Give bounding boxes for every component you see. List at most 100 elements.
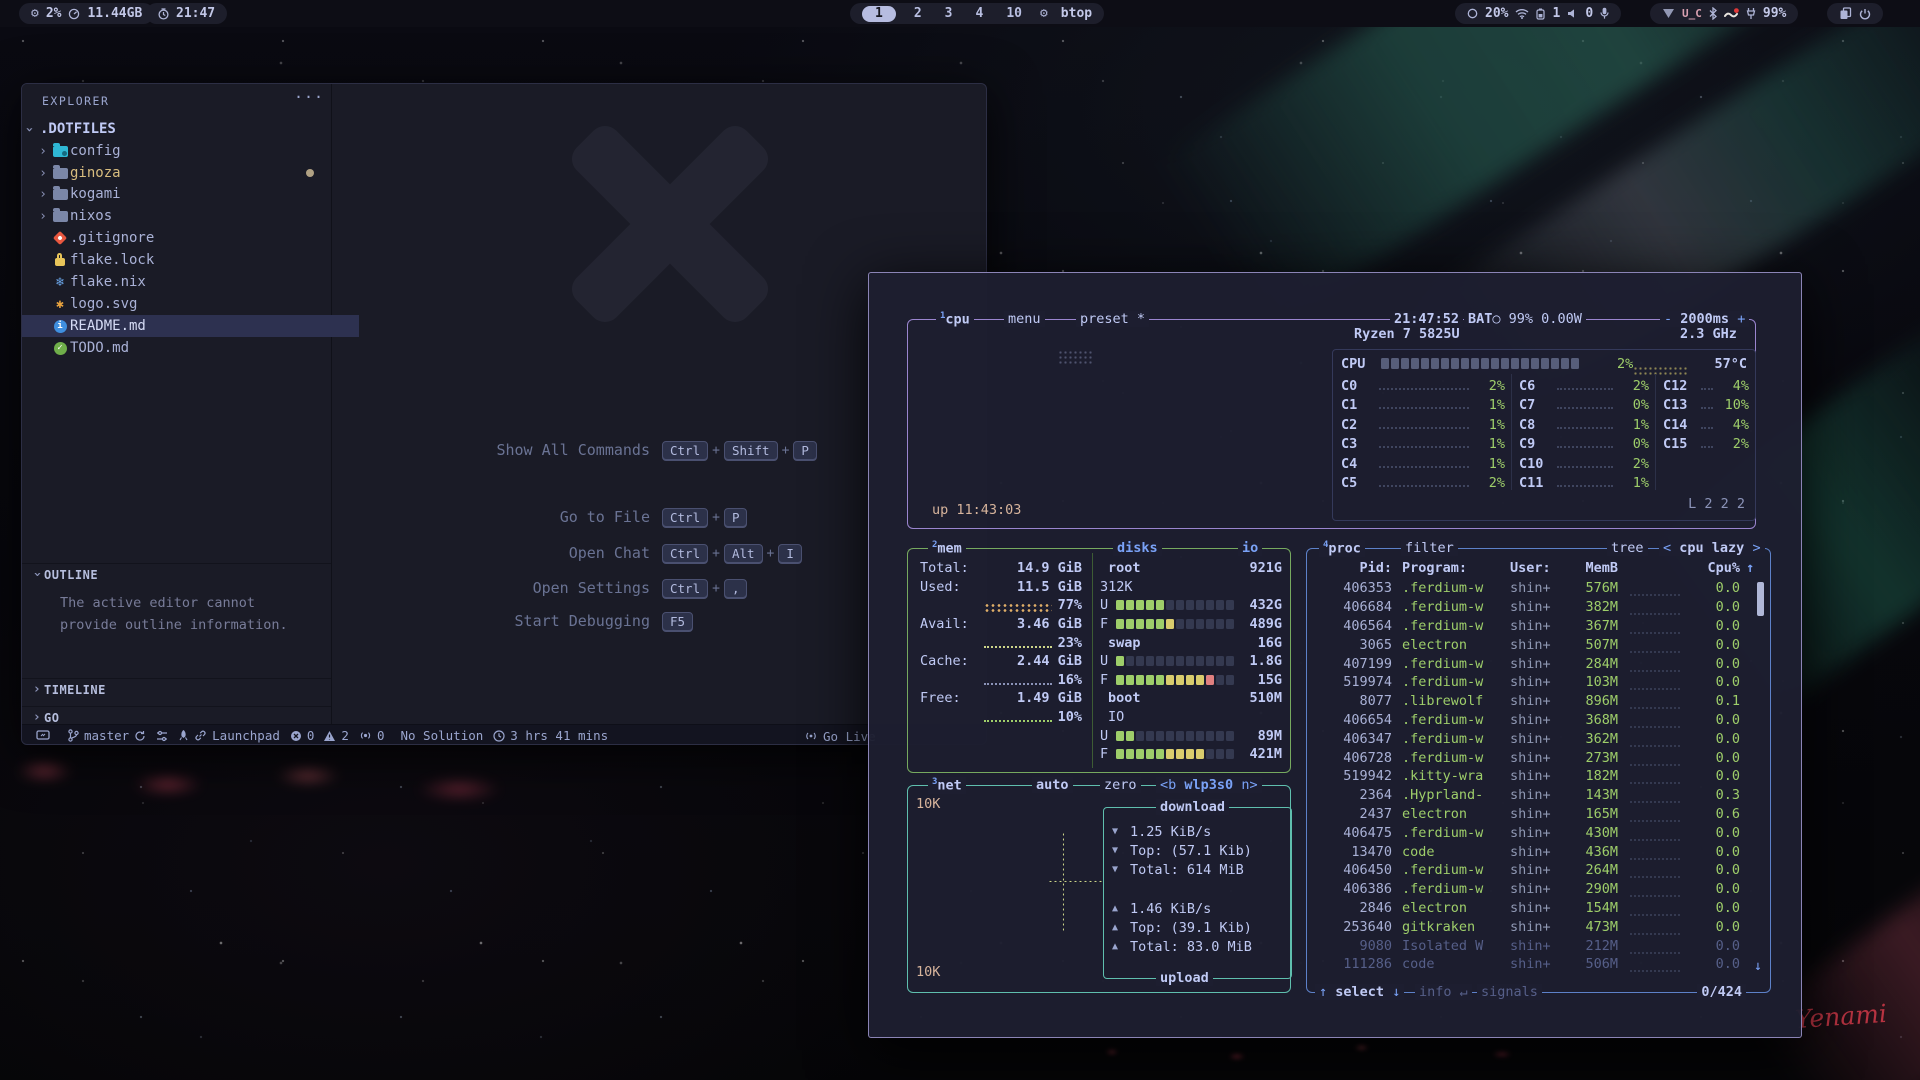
mouse-notification-icon (1724, 8, 1739, 19)
session-pill[interactable] (1827, 3, 1883, 24)
outline-section-header[interactable]: › OUTLINE (30, 567, 98, 582)
net-tab[interactable]: 3net (928, 777, 966, 794)
remote-indicator-button[interactable] (36, 730, 50, 742)
proc-tree-button[interactable]: tree (1607, 540, 1648, 556)
scroll-down-icon[interactable]: ↓ (1754, 958, 1762, 974)
errors-indicator[interactable]: 0 2 (290, 728, 349, 743)
shortcut-row: Open Chat Ctrl+Alt+I (420, 543, 940, 564)
tree-item-config[interactable]: › config (22, 140, 345, 162)
workspace-button[interactable]: 2 (909, 6, 927, 21)
workspace-button[interactable]: 3 (940, 6, 958, 21)
process-row[interactable]: 2364 .Hyprland- shin+ 143M 0.3 (1307, 786, 1770, 805)
process-row[interactable]: 3065 electron shin+ 507M 0.0 (1307, 635, 1770, 654)
process-row[interactable]: 8077 .librewolf shin+ 896M 0.1 (1307, 692, 1770, 711)
ports-indicator[interactable]: 0 (359, 728, 385, 743)
cpu-meter-blocks (1381, 358, 1581, 369)
cpu-usage-dots (1630, 962, 1680, 972)
net-auto-button[interactable]: auto (1032, 777, 1073, 793)
upload-title: upload (1156, 970, 1213, 986)
disks-title[interactable]: disks (1113, 540, 1162, 556)
tree-root-dotfiles[interactable]: › .DOTFILES (22, 118, 331, 140)
cpu-usage-dots (1630, 756, 1680, 766)
cpu-usage-dots (1630, 643, 1680, 653)
free-meter-dots (984, 720, 1052, 722)
solution-indicator[interactable]: No Solution (400, 728, 483, 743)
process-row[interactable]: 9080 Isolated W shin+ 212M 0.0 (1307, 936, 1770, 955)
process-row[interactable]: 2437 electron shin+ 165M 0.6 (1307, 805, 1770, 824)
process-row[interactable]: 13470 code shin+ 436M 0.0 (1307, 842, 1770, 861)
process-row[interactable]: 406684 .ferdium-w shin+ 382M 0.0 (1307, 598, 1770, 617)
process-row[interactable]: 406728 .ferdium-w shin+ 273M 0.0 (1307, 748, 1770, 767)
workspaces-pill: 123410 ⚙ btop (850, 3, 1104, 24)
clock-pill[interactable]: 21:47 (146, 3, 227, 24)
net-interface-selector[interactable]: <b wlp3s0 n> (1156, 777, 1262, 793)
net-scale-top: 10K (916, 796, 940, 812)
proc-info-control[interactable]: info ↵ (1415, 984, 1472, 1000)
go-section-header[interactable]: › GO (30, 710, 59, 725)
tray-pill[interactable]: U̲C 99% (1650, 3, 1798, 24)
go-live-button[interactable]: Go Live (804, 725, 876, 745)
process-row[interactable]: 406386 .ferdium-w shin+ 290M 0.0 (1307, 880, 1770, 899)
tree-item-logo-svg[interactable]: ✱ logo.svg (22, 293, 359, 315)
process-row[interactable]: 519942 .kitty-wra shin+ 182M 0.0 (1307, 767, 1770, 786)
proc-tab[interactable]: 4proc (1319, 540, 1365, 557)
core-row: C21% (1341, 413, 1505, 433)
net-graph-dots (1048, 880, 1102, 882)
process-row[interactable]: 406654 .ferdium-w shin+ 368M 0.0 (1307, 711, 1770, 730)
process-row[interactable]: 406347 .ferdium-w shin+ 362M 0.0 (1307, 729, 1770, 748)
git-branch-button[interactable]: master (68, 728, 146, 743)
io-title[interactable]: io (1238, 540, 1262, 556)
cpu-usage-dots (1630, 662, 1680, 672)
quick-status-pill[interactable]: 20% 1 0 (1455, 3, 1621, 24)
net-stat-row: ▼Total: 614 MiB (1104, 860, 1291, 879)
proc-sort-selector[interactable]: < cpu lazy > (1659, 540, 1765, 556)
settings-sync-button[interactable] (156, 730, 168, 742)
process-row[interactable]: 253640 gitkraken shin+ 473M 0.0 (1307, 917, 1770, 936)
core-row: C70% (1519, 394, 1649, 414)
net-zero-button[interactable]: zero (1100, 777, 1141, 793)
process-row[interactable]: 519974 .ferdium-w shin+ 103M 0.0 (1307, 673, 1770, 692)
core-row: C52% (1341, 472, 1505, 492)
tree-item-nixos[interactable]: › nixos (22, 205, 345, 227)
core-column-divider (1511, 374, 1512, 490)
chevron-right-icon: › (30, 682, 44, 697)
explorer-more-actions-button[interactable]: ··· (294, 88, 324, 106)
disk-free-meter (1116, 749, 1236, 759)
workspace-button[interactable]: 1 (862, 6, 896, 22)
proc-select-control[interactable]: ↑ select ↓ (1315, 984, 1404, 1000)
process-row[interactable]: 406564 .ferdium-w shin+ 367M 0.0 (1307, 617, 1770, 636)
cpu-tab[interactable]: 1cpu (936, 311, 974, 328)
workspace-button[interactable]: 4 (970, 6, 988, 21)
core-row: C62% (1519, 374, 1649, 394)
preset-button[interactable]: preset * (1076, 311, 1149, 327)
system-stats-pill[interactable]: ⚙ 2% 11.44GB (19, 3, 154, 24)
proc-scrollbar-thumb[interactable] (1757, 582, 1764, 616)
tree-item-readme-selected[interactable]: i README.md (22, 315, 359, 337)
proc-filter-button[interactable]: filter (1401, 540, 1458, 556)
menu-button[interactable]: menu (1004, 311, 1045, 327)
clock: 21:47:52 (1390, 311, 1463, 327)
tree-item-gitignore[interactable]: .gitignore (22, 227, 359, 249)
proc-table-header[interactable]: Pid: Program: User: MemB Cpu% ↑ (1307, 559, 1770, 577)
tree-item-ginoza[interactable]: › ginoza (22, 162, 345, 184)
process-row[interactable]: 2846 electron shin+ 154M 0.0 (1307, 899, 1770, 918)
launchpad-button[interactable]: Launchpad (178, 728, 280, 743)
tree-item-flake-nix[interactable]: ❄ flake.nix (22, 271, 359, 293)
proc-signals-control[interactable]: signals (1477, 984, 1542, 1000)
time-tracker[interactable]: 3 hrs 41 mins (493, 728, 608, 743)
process-row[interactable]: 406450 .ferdium-w shin+ 264M 0.0 (1307, 861, 1770, 880)
update-interval-control[interactable]: - 2000ms + (1660, 311, 1749, 327)
process-row[interactable]: 111286 code shin+ 506M 0.0 (1307, 955, 1770, 974)
process-row[interactable]: 406353 .ferdium-w shin+ 576M 0.0 (1307, 579, 1770, 598)
timeline-section-header[interactable]: › TIMELINE (30, 682, 106, 697)
process-row[interactable]: 407199 .ferdium-w shin+ 284M 0.0 (1307, 654, 1770, 673)
process-row[interactable]: 406475 .ferdium-w shin+ 430M 0.0 (1307, 823, 1770, 842)
tree-item-todo[interactable]: ✓ TODO.md (22, 337, 359, 359)
workspace-button[interactable]: 10 (1001, 6, 1027, 21)
cpu-cores-box: CPU 2% 57°C C02%C11%C21%C31%C41%C52% C62… (1332, 349, 1756, 521)
mem-tab[interactable]: 2mem (928, 540, 966, 557)
tree-item-kogami[interactable]: › kogami (22, 183, 345, 205)
clock-icon (493, 730, 505, 742)
network-strength-icon (1662, 8, 1675, 19)
tree-item-flake-lock[interactable]: flake.lock (22, 249, 359, 271)
